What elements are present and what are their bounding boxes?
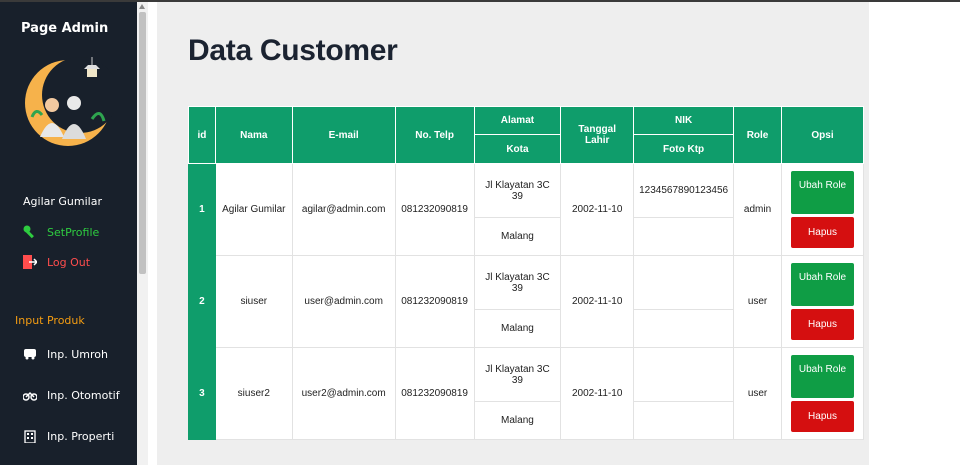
cell-tanggal-lahir: 2002-11-10: [560, 347, 635, 440]
cell-alamat: Jl Klayatan 3C 39: [473, 163, 562, 218]
cell-telp: 081232090819: [394, 255, 475, 348]
hapus-button[interactable]: Hapus: [791, 217, 854, 248]
building-icon: [22, 428, 38, 444]
cell-nama: Agilar Gumilar: [214, 163, 293, 256]
cell-nik: 1234567890123456: [633, 163, 735, 218]
table-row: 3 siuser2 user2@admin.com 081232090819 J…: [188, 347, 864, 440]
setprofile-link[interactable]: SetProfile: [22, 224, 99, 240]
cell-nik: [633, 347, 735, 402]
cell-tanggal-lahir: 2002-11-10: [560, 255, 635, 348]
header-nik: NIK: [633, 106, 735, 135]
cell-kota: Malang: [473, 401, 562, 440]
logout-link[interactable]: Log Out: [22, 254, 90, 270]
section-title-input-produk: Input Produk: [15, 314, 85, 327]
brand-title: Page Admin: [21, 21, 109, 36]
cell-email: agilar@admin.com: [291, 163, 396, 256]
table-row: 2 siuser user@admin.com 081232090819 Jl …: [188, 255, 864, 348]
ubah-role-button[interactable]: Ubah Role: [791, 355, 854, 398]
cell-nama: siuser2: [214, 347, 293, 440]
cell-kota: Malang: [473, 217, 562, 256]
properti-label: Inp. Properti: [47, 429, 115, 443]
umroh-label: Inp. Umroh: [47, 347, 108, 361]
cell-role: user: [733, 347, 782, 440]
header-role: Role: [733, 106, 782, 164]
customer-table: id Nama E-mail No. Telp Alamat Tanggal L…: [188, 106, 864, 440]
cell-tanggal-lahir: 2002-11-10: [560, 163, 635, 256]
header-nama: Nama: [214, 106, 293, 164]
cell-opsi: Ubah Role Hapus: [781, 255, 864, 348]
sidebar-scrollbar[interactable]: [137, 2, 148, 465]
wrench-icon: [22, 224, 38, 240]
hapus-button[interactable]: Hapus: [791, 309, 854, 340]
cell-role: user: [733, 255, 782, 348]
cell-id: 3: [188, 347, 216, 440]
cell-id: 1: [188, 163, 216, 256]
scroll-up-arrow-icon[interactable]: [139, 4, 145, 9]
cell-alamat: Jl Klayatan 3C 39: [473, 255, 562, 310]
header-alamat: Alamat: [473, 106, 562, 135]
user-name: Agilar Gumilar: [23, 195, 102, 208]
motorcycle-icon: [22, 387, 38, 403]
ubah-role-button[interactable]: Ubah Role: [791, 263, 854, 306]
logout-label: Log Out: [47, 255, 91, 269]
otomotif-label: Inp. Otomotif: [47, 388, 120, 402]
cell-telp: 081232090819: [394, 347, 475, 440]
cell-id: 2: [188, 255, 216, 348]
header-tanggal-lahir: Tanggal Lahir: [560, 106, 635, 164]
cell-alamat: Jl Klayatan 3C 39: [473, 347, 562, 402]
bus-icon: [22, 346, 38, 362]
header-foto-ktp: Foto Ktp: [633, 134, 735, 164]
cell-nama: siuser: [214, 255, 293, 348]
scrollbar-thumb[interactable]: [139, 12, 146, 274]
header-id: id: [188, 106, 216, 164]
ramadan-logo-image: [25, 57, 114, 146]
header-kota: Kota: [473, 134, 562, 164]
sidebar-item-umroh[interactable]: Inp. Umroh: [22, 346, 108, 362]
logout-icon: [22, 254, 38, 270]
hapus-button[interactable]: Hapus: [791, 401, 854, 432]
cell-email: user@admin.com: [291, 255, 396, 348]
cell-nik: [633, 255, 735, 310]
sidebar-item-properti[interactable]: Inp. Properti: [22, 428, 114, 444]
cell-opsi: Ubah Role Hapus: [781, 347, 864, 440]
setprofile-label: SetProfile: [47, 225, 100, 239]
sidebar-item-otomotif[interactable]: Inp. Otomotif: [22, 387, 120, 403]
header-opsi: Opsi: [781, 106, 864, 164]
cell-telp: 081232090819: [394, 163, 475, 256]
cell-foto-ktp: [633, 217, 735, 256]
cell-email: user2@admin.com: [291, 347, 396, 440]
cell-opsi: Ubah Role Hapus: [781, 163, 864, 256]
cell-kota: Malang: [473, 309, 562, 348]
ubah-role-button[interactable]: Ubah Role: [791, 171, 854, 214]
sidebar: Page Admin Agilar Gumilar SetProfile Log…: [0, 2, 137, 465]
header-telp: No. Telp: [394, 106, 475, 164]
header-email: E-mail: [291, 106, 396, 164]
page-title: Data Customer: [188, 34, 398, 67]
table-row: 1 Agilar Gumilar agilar@admin.com 081232…: [188, 163, 864, 256]
cell-foto-ktp: [633, 309, 735, 348]
cell-role: admin: [733, 163, 782, 256]
cell-foto-ktp: [633, 401, 735, 440]
